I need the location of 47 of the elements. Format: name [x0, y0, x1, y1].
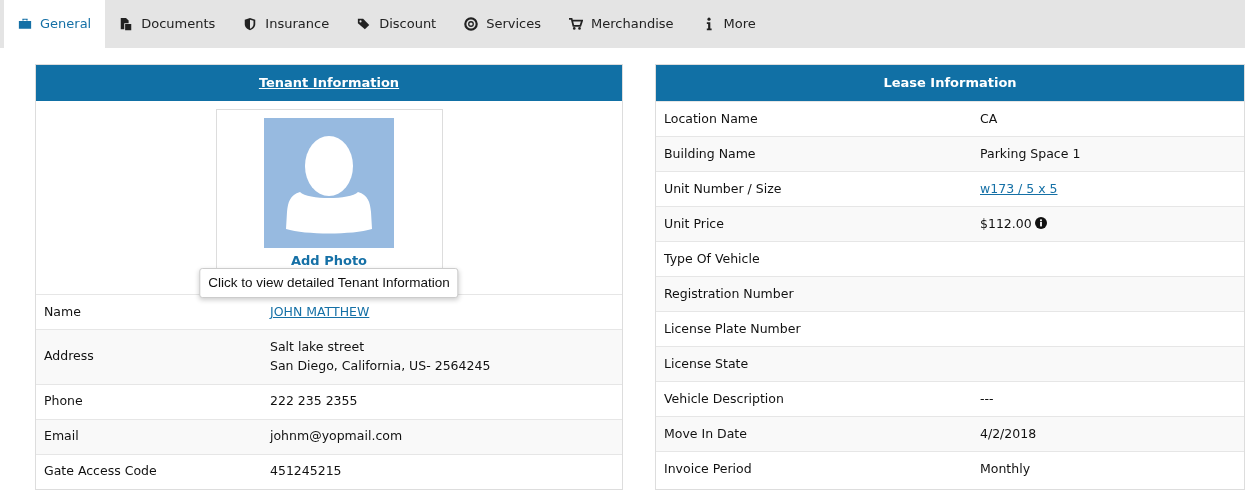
field-label: Gate Access Code — [43, 462, 158, 481]
field-value: Monthly — [980, 460, 1031, 476]
field-label: Phone — [43, 392, 84, 411]
field-value: $112.00 — [980, 215, 1032, 231]
tab[interactable]: Documents — [105, 0, 230, 48]
field-value: CA — [980, 110, 998, 126]
field-label: Name — [43, 302, 82, 321]
tag-icon — [357, 17, 372, 31]
tab[interactable]: Insurance — [229, 0, 344, 48]
field-label: Move In Date — [663, 424, 748, 443]
field-label: Unit Price — [663, 214, 725, 233]
shield-icon — [243, 17, 258, 31]
tab[interactable]: Discount — [343, 0, 451, 48]
field-value: --- — [980, 390, 994, 406]
field-label: License State — [663, 354, 750, 373]
field-value: 4/2/2018 — [980, 425, 1037, 441]
panel-title-link[interactable]: Tenant Information — [258, 73, 400, 93]
field-label: Registration Number — [663, 284, 795, 303]
field-value: 222 235 2355 — [270, 393, 358, 409]
panel-header: Lease Information — [656, 65, 1244, 101]
field-label: Address — [43, 347, 95, 366]
field-label: Vehicle Description — [663, 389, 785, 408]
briefcase-icon — [18, 17, 32, 31]
field-label: License Plate Number — [663, 319, 802, 338]
field-label: Type Of Vehicle — [663, 249, 761, 268]
tab[interactable]: More — [687, 0, 770, 48]
field-value: Parking Space 1 — [980, 145, 1081, 161]
tab[interactable]: Services — [450, 0, 556, 48]
life-ring-icon — [464, 17, 479, 31]
field-label: Invoice Period — [663, 459, 753, 478]
cart-icon — [569, 17, 584, 31]
field-link[interactable]: JOHN MATTHEW — [270, 303, 370, 319]
avatar-placeholder-icon — [264, 118, 394, 248]
field-label: Location Name — [663, 109, 759, 128]
field-value: Salt lake street San Diego, California, US- 2564245 — [270, 338, 491, 375]
field-value: 451245215 — [270, 463, 342, 479]
field-label: Unit Number / Size — [663, 179, 783, 198]
tab[interactable]: Merchandise — [555, 0, 688, 48]
field-label: Building Name — [663, 144, 757, 163]
field-label: Email — [43, 427, 80, 446]
tooltip: Click to view detailed Tenant Information — [199, 268, 459, 299]
add-photo-link[interactable]: Add Photo — [290, 251, 368, 271]
documents-icon — [119, 17, 134, 31]
field-link[interactable]: w173 / 5 x 5 — [980, 180, 1058, 196]
tab[interactable]: General — [4, 0, 106, 48]
info-icon[interactable] — [1034, 216, 1047, 229]
field-value: johnm@yopmail.com — [270, 428, 403, 444]
